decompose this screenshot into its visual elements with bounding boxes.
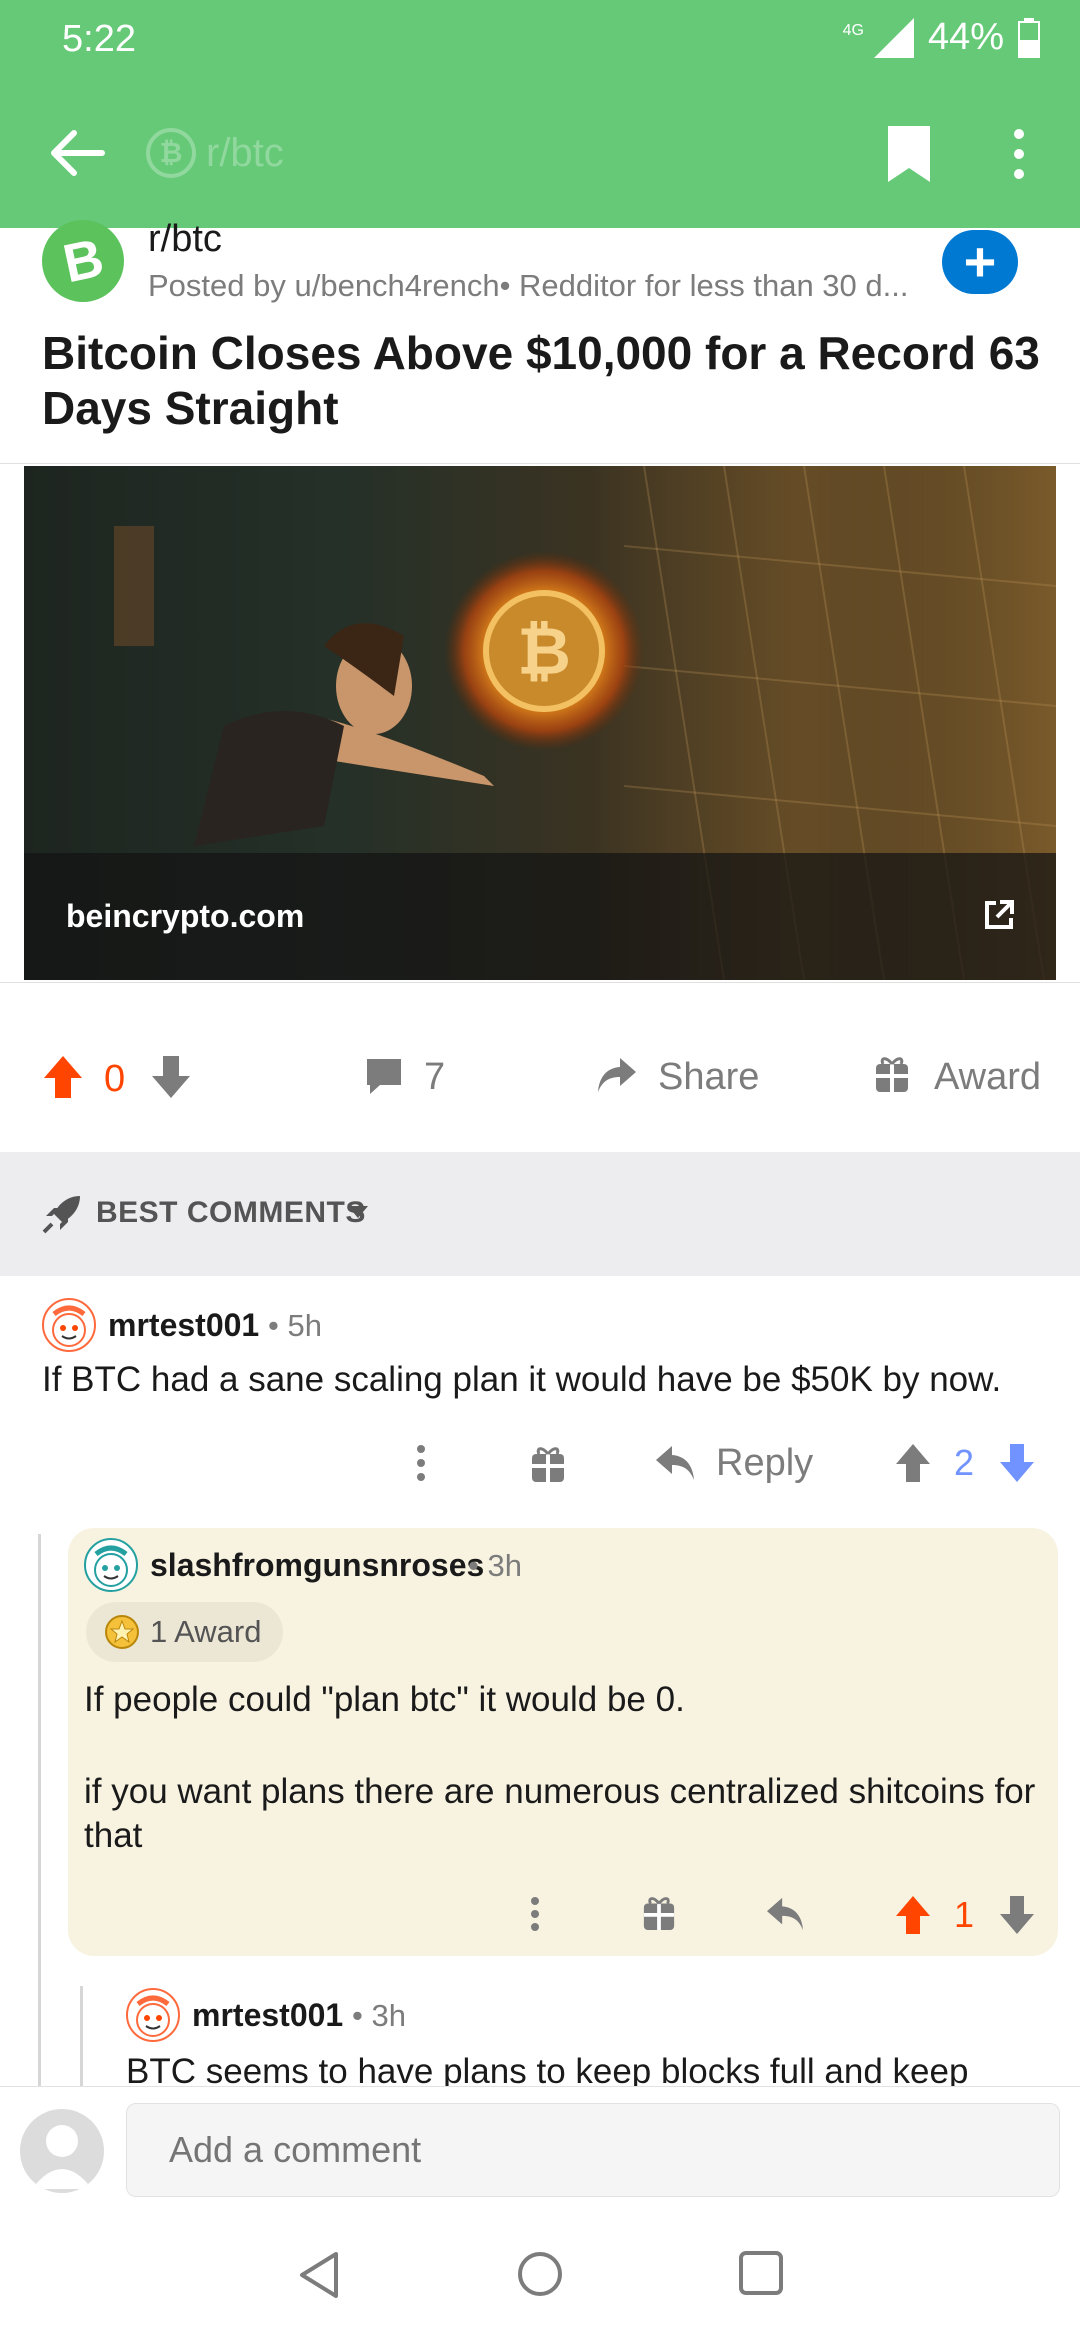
upvote-icon[interactable] xyxy=(894,1442,932,1484)
plus-icon: + xyxy=(963,230,997,293)
reply-icon[interactable] xyxy=(654,1444,696,1482)
award-button[interactable]: Award xyxy=(934,1056,1041,1099)
awarded-comment-card xyxy=(68,1528,1058,1956)
post-title[interactable]: Bitcoin Closes Above $10,000 for a Recor… xyxy=(42,326,1042,436)
battery-percent: 44% xyxy=(927,16,1004,58)
gift-icon[interactable] xyxy=(642,1894,676,1932)
nav-recents-icon[interactable] xyxy=(738,2250,784,2296)
arrow-left-icon[interactable] xyxy=(42,118,112,188)
signal-icon xyxy=(873,17,914,58)
comment-age: • 3h xyxy=(468,1548,522,1583)
svg-text:₿: ₿ xyxy=(517,614,571,688)
post-score: 0 xyxy=(104,1058,126,1100)
thread-line[interactable] xyxy=(38,1534,41,2094)
more-vertical-icon[interactable] xyxy=(1004,124,1034,184)
toolbar-subreddit: ₿ r/btc xyxy=(146,128,284,178)
snoo-avatar-icon xyxy=(52,1305,86,1347)
comment-score: 2 xyxy=(954,1442,975,1483)
downvote-icon[interactable] xyxy=(998,1442,1036,1484)
upvote-icon[interactable] xyxy=(42,1054,84,1100)
external-link-icon[interactable] xyxy=(982,898,1016,932)
link-domain[interactable]: beincrypto.com xyxy=(66,898,304,935)
status-bar: 5:22 4G 44% xyxy=(0,0,1080,78)
posted-by[interactable]: Posted by u/bench4rench• Redditor for le… xyxy=(148,268,938,304)
system-nav-bar xyxy=(0,2212,1080,2340)
reply-icon[interactable] xyxy=(764,1896,806,1932)
toolbar-subreddit-name: r/btc xyxy=(206,130,284,175)
snoo-avatar-icon xyxy=(94,1545,128,1587)
comment-count[interactable]: 7 xyxy=(424,1056,445,1099)
comment-author[interactable]: mrtest001 xyxy=(108,1307,259,1344)
award-badge[interactable]: 1 Award xyxy=(86,1602,284,1662)
user-placeholder-icon xyxy=(32,2125,92,2189)
add-comment-input[interactable] xyxy=(126,2103,1060,2197)
comment-score: 1 xyxy=(954,1894,975,1935)
comment-body-paragraph: If people could "plan btc" it would be 0… xyxy=(84,1680,685,1719)
network-label: 4G xyxy=(842,21,864,39)
share-button[interactable]: Share xyxy=(658,1056,759,1099)
sort-label[interactable]: BEST COMMENTS xyxy=(96,1196,366,1230)
downvote-icon[interactable] xyxy=(150,1054,192,1100)
subreddit-faded-icon: ₿ xyxy=(146,128,196,178)
bookmark-icon[interactable] xyxy=(884,124,934,184)
comment-composer xyxy=(0,2086,1080,2213)
status-icons: 4G 44% xyxy=(843,16,1040,59)
comment-body: If BTC had a sane scaling plan it would … xyxy=(42,1360,1002,1399)
gift-icon[interactable] xyxy=(530,1444,566,1484)
subreddit-avatar[interactable]: B xyxy=(42,220,124,302)
gift-icon[interactable] xyxy=(874,1054,910,1094)
share-icon[interactable] xyxy=(596,1054,638,1096)
battery-icon xyxy=(1018,17,1040,58)
thread-line[interactable] xyxy=(80,1986,83,2086)
comment-author[interactable]: slashfromgunsnroses xyxy=(150,1547,484,1584)
downvote-icon[interactable] xyxy=(998,1894,1036,1936)
star-award-icon xyxy=(105,1615,139,1649)
status-time: 5:22 xyxy=(62,18,136,60)
comment-age: • 3h xyxy=(352,1998,406,2033)
comment-author[interactable]: mrtest001 xyxy=(192,1997,343,2034)
comment-sort-bar[interactable]: BEST COMMENTS xyxy=(0,1152,1080,1276)
avatar[interactable] xyxy=(84,1538,138,1592)
nav-home-icon[interactable] xyxy=(516,2250,564,2298)
reply-button[interactable]: Reply xyxy=(716,1442,813,1485)
subreddit-name[interactable]: r/btc xyxy=(148,218,222,261)
more-vertical-icon[interactable] xyxy=(414,1442,428,1484)
comment-body-paragraph: if you want plans there are numerous cen… xyxy=(84,1772,1036,1855)
join-button[interactable]: + xyxy=(942,230,1018,294)
nav-back-icon[interactable] xyxy=(296,2250,344,2300)
upvote-icon[interactable] xyxy=(894,1894,932,1936)
more-vertical-icon[interactable] xyxy=(528,1894,542,1934)
award-count: 1 Award xyxy=(150,1614,262,1649)
avatar[interactable] xyxy=(126,1988,180,2042)
rocket-icon xyxy=(42,1196,80,1234)
avatar[interactable] xyxy=(42,1298,96,1352)
post-actions: 0 7 Share Award xyxy=(0,1030,1080,1130)
chevron-down-icon[interactable] xyxy=(346,1204,370,1220)
snoo-avatar-icon xyxy=(136,1995,170,2037)
user-avatar[interactable] xyxy=(20,2109,104,2193)
comment-body: BTC seems to have plans to keep blocks f… xyxy=(126,2052,969,2086)
subreddit-avatar-letter: B xyxy=(57,227,109,295)
comment-age: • 5h xyxy=(268,1308,322,1343)
comment-icon[interactable] xyxy=(364,1056,404,1096)
app-bar: ₿ r/btc xyxy=(0,78,1080,228)
